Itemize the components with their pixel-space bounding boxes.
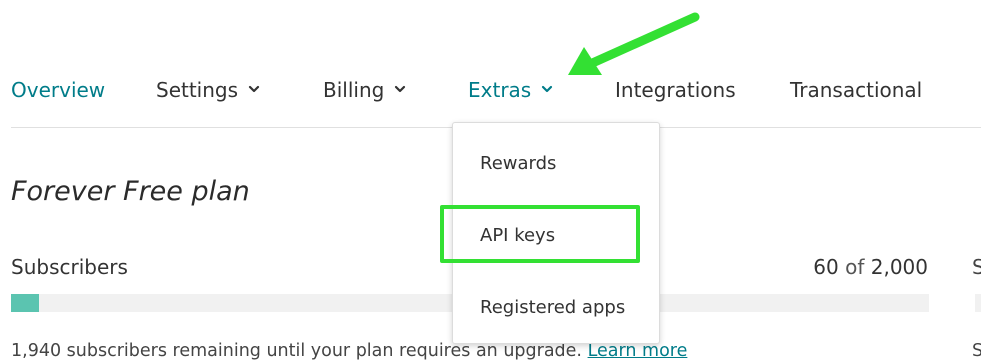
remaining-message: 1,940 subscribers remaining until your p… [11, 341, 582, 361]
tab-transactional-label: Transactional [790, 78, 923, 102]
side-column-label: S [972, 255, 981, 279]
page-title: Forever Free plan [11, 176, 250, 207]
learn-more-link[interactable]: Learn more [588, 341, 688, 361]
chevron-down-icon [248, 85, 260, 93]
subscribers-limit: 2,000 [870, 255, 928, 279]
tab-overview-label: Overview [11, 78, 106, 102]
tab-settings[interactable]: Settings [156, 76, 261, 104]
chevron-down-icon [395, 85, 406, 93]
subscribers-label: Subscribers [11, 255, 128, 279]
tab-settings-label: Settings [156, 78, 239, 102]
menu-item-registered-apps[interactable]: Registered apps [480, 295, 625, 321]
side-column-text: S [972, 341, 981, 361]
tab-billing-label: Billing [323, 78, 385, 102]
side-progress-bar [975, 294, 981, 312]
subscribers-count: 60 of 2,000 [813, 253, 928, 281]
arrow-annotation-icon [568, 12, 700, 75]
extras-dropdown-menu: Rewards API keys Registered apps [452, 122, 660, 344]
tab-billing[interactable]: Billing [323, 76, 407, 104]
tab-transactional[interactable]: Transactional [790, 76, 922, 104]
menu-item-api-keys[interactable]: API keys [480, 223, 555, 249]
subscribers-progress-fill [11, 294, 39, 312]
tab-extras[interactable]: Extras [468, 76, 554, 104]
top-navigation: Overview Settings Billing Extras Integra… [0, 0, 981, 128]
chevron-down-icon [542, 85, 553, 93]
tab-extras-label: Extras [468, 78, 532, 102]
subscribers-of: of [845, 255, 865, 279]
tab-overview[interactable]: Overview [11, 76, 105, 104]
subscribers-used: 60 [813, 255, 839, 279]
menu-item-rewards[interactable]: Rewards [480, 151, 556, 177]
